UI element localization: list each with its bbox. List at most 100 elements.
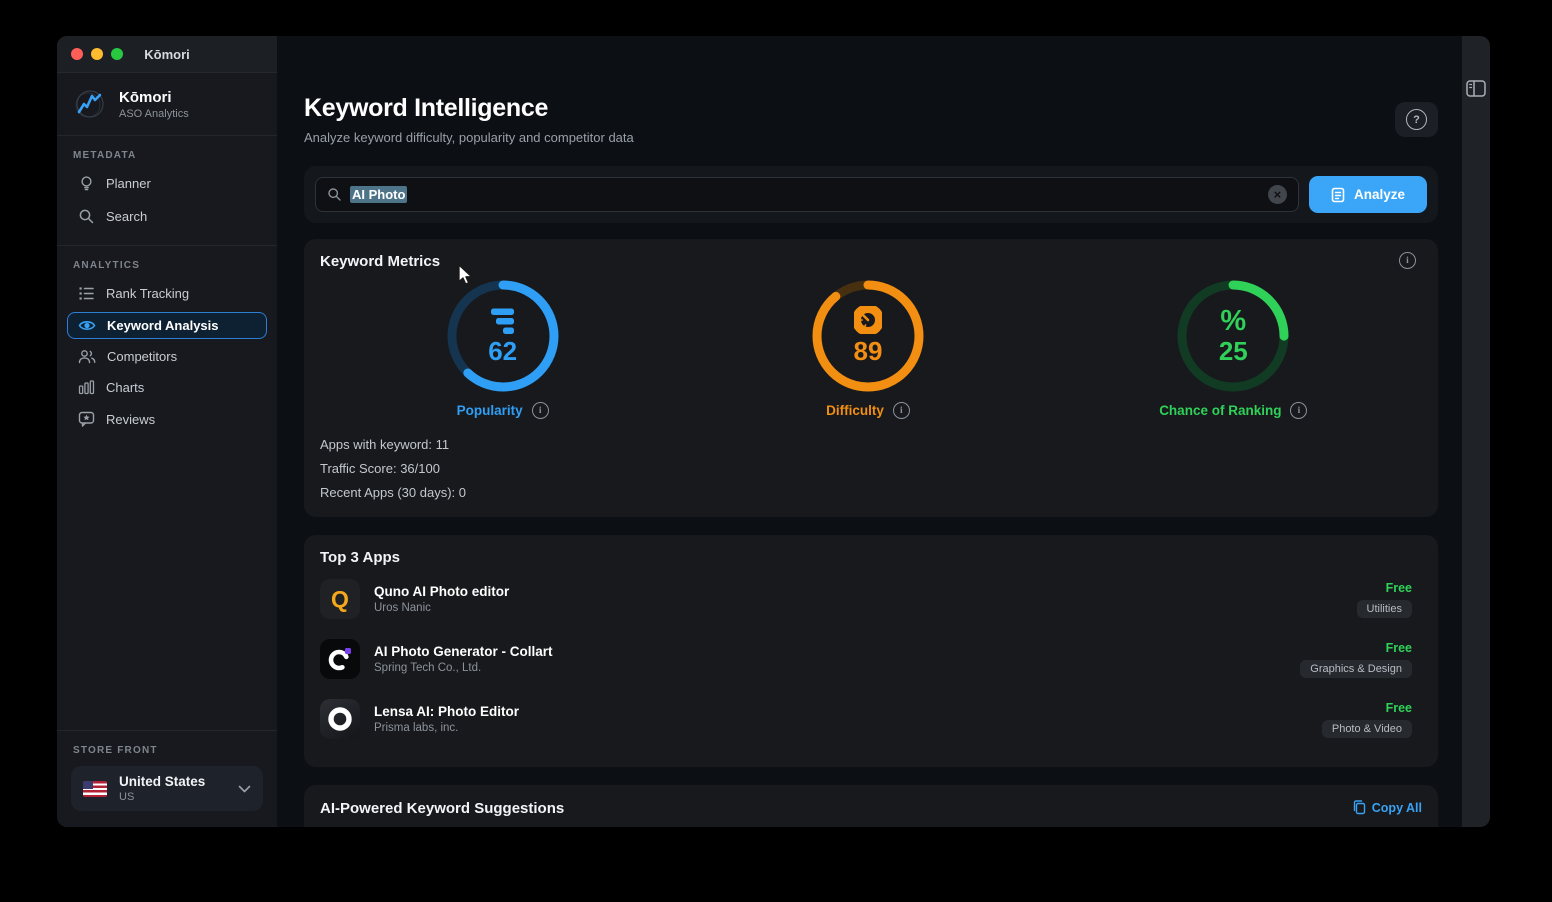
app-price: Free (1386, 641, 1412, 655)
sidebar-item-label: Reviews (106, 412, 155, 427)
sidebar: Kōmori Kōmori ASO Analytics METADATA Pla… (57, 36, 277, 827)
top-apps-card: Top 3 Apps Q Quno AI Photo editor Uros N… (304, 535, 1438, 767)
toggle-panel-icon[interactable] (1466, 80, 1486, 97)
copy-icon (1353, 800, 1366, 815)
stat-recent-apps: Recent Apps (30 days): 0 (320, 481, 1416, 505)
percent-icon: % (1220, 306, 1246, 334)
app-developer: Spring Tech Co., Ltd. (374, 662, 553, 674)
section-label-storefront: STORE FRONT (73, 745, 261, 756)
sidebar-item-label: Search (106, 209, 147, 224)
search-icon (78, 208, 95, 225)
report-icon (1331, 187, 1345, 203)
section-label-analytics: ANALYTICS (73, 260, 261, 271)
stat-traffic-score: Traffic Score: 36/100 (320, 457, 1416, 481)
chevron-down-icon (238, 785, 251, 793)
sidebar-item-label: Rank Tracking (106, 286, 189, 301)
brand-name: Kōmori (119, 89, 189, 106)
storefront-code: US (119, 791, 205, 803)
minimize-window-button[interactable] (91, 48, 103, 60)
sidebar-item-search[interactable]: Search (67, 202, 267, 231)
popularity-label: Popularity (457, 403, 523, 418)
app-price: Free (1386, 581, 1412, 595)
eye-icon (78, 319, 96, 332)
brand-subtitle: ASO Analytics (119, 108, 189, 120)
app-developer: Prisma labs, inc. (374, 722, 519, 734)
lensa-o-icon (320, 699, 360, 739)
keyword-metrics-card: Keyword Metrics i (304, 239, 1438, 517)
chance-of-ranking-value: 25 (1219, 336, 1248, 367)
question-circle-icon: ? (1406, 109, 1427, 130)
app-price: Free (1386, 701, 1412, 715)
storefront-selector[interactable]: United States US (71, 766, 263, 811)
info-icon[interactable]: i (893, 402, 910, 419)
stat-apps-with-keyword: Apps with keyword: 11 (320, 433, 1416, 457)
sidebar-item-competitors[interactable]: Competitors (67, 343, 267, 370)
sidebar-divider (57, 245, 277, 246)
section-label-metadata: METADATA (73, 150, 261, 161)
window-title: Kōmori (57, 47, 277, 62)
copy-all-button[interactable]: Copy All (1353, 800, 1422, 815)
clear-search-button[interactable]: × (1268, 185, 1287, 204)
sidebar-item-charts[interactable]: Charts (67, 374, 267, 401)
review-bubble-icon (78, 411, 95, 427)
metrics-card-title: Keyword Metrics (320, 253, 1416, 270)
window-titlebar[interactable]: Kōmori (57, 36, 277, 73)
page-subtitle: Analyze keyword difficulty, popularity a… (304, 130, 634, 145)
app-logo-icon (71, 85, 109, 123)
analyze-button[interactable]: Analyze (1309, 176, 1427, 213)
app-row[interactable]: AI Photo Generator - Collart Spring Tech… (320, 639, 1412, 679)
lightbulb-icon (78, 175, 95, 192)
bar-chart-icon (488, 306, 518, 334)
sidebar-item-rank-tracking[interactable]: Rank Tracking (67, 279, 267, 308)
us-flag-icon (83, 781, 107, 797)
sidebar-item-label: Keyword Analysis (107, 318, 219, 333)
info-icon[interactable]: i (1399, 252, 1416, 269)
keyword-search-input[interactable]: AI Photo × (315, 177, 1299, 212)
app-row[interactable]: Q Quno AI Photo editor Uros Nanic Free U… (320, 579, 1412, 619)
right-rail (1462, 36, 1490, 827)
difficulty-label: Difficulty (826, 403, 884, 418)
app-category-chip: Photo & Video (1322, 720, 1412, 738)
people-icon (78, 349, 96, 364)
app-row[interactable]: Lensa AI: Photo Editor Prisma labs, inc.… (320, 699, 1412, 739)
info-icon[interactable]: i (532, 402, 549, 419)
app-category-chip: Utilities (1357, 600, 1412, 618)
keyword-suggestions-card: AI-Powered Keyword Suggestions Copy All (304, 785, 1438, 827)
search-icon (327, 187, 342, 202)
sidebar-item-label: Charts (106, 380, 144, 395)
zoom-window-button[interactable] (111, 48, 123, 60)
chance-of-ranking-gauge: % 25 Chance of Ranking i (1051, 278, 1416, 419)
difficulty-gauge: 89 Difficulty i (685, 278, 1050, 419)
app-window: Kōmori Kōmori ASO Analytics METADATA Pla… (57, 36, 1490, 827)
help-button[interactable]: ? (1395, 102, 1438, 137)
sidebar-item-label: Planner (106, 176, 151, 191)
app-developer: Uros Nanic (374, 602, 509, 614)
app-name: AI Photo Generator - Collart (374, 644, 553, 659)
sidebar-item-reviews[interactable]: Reviews (67, 405, 267, 433)
ordered-list-icon (78, 285, 95, 302)
app-name: Lensa AI: Photo Editor (374, 704, 519, 719)
brand: Kōmori ASO Analytics (57, 73, 277, 136)
top-apps-title: Top 3 Apps (320, 549, 1412, 566)
bar-chart-icon (78, 380, 95, 395)
popularity-value: 62 (488, 336, 517, 367)
app-name: Quno AI Photo editor (374, 584, 509, 599)
close-window-button[interactable] (71, 48, 83, 60)
suggestions-title: AI-Powered Keyword Suggestions (320, 800, 564, 817)
app-category-chip: Graphics & Design (1300, 660, 1412, 678)
quno-q-icon: Q (320, 579, 360, 619)
page-title: Keyword Intelligence (304, 94, 634, 123)
main-content: Keyword Intelligence Analyze keyword dif… (277, 36, 1462, 827)
difficulty-value: 89 (854, 336, 883, 367)
storefront-country: United States (119, 774, 205, 789)
speedometer-icon (854, 306, 882, 334)
chance-of-ranking-label: Chance of Ranking (1159, 403, 1281, 418)
collart-c-icon (320, 639, 360, 679)
analyze-button-label: Analyze (1354, 187, 1405, 202)
sidebar-item-keyword-analysis[interactable]: Keyword Analysis (67, 312, 267, 339)
info-icon[interactable]: i (1290, 402, 1307, 419)
keyword-search-bar: AI Photo × Analyze (304, 166, 1438, 223)
sidebar-item-planner[interactable]: Planner (67, 169, 267, 198)
search-query-text: AI Photo (350, 186, 407, 203)
sidebar-divider (57, 730, 277, 731)
